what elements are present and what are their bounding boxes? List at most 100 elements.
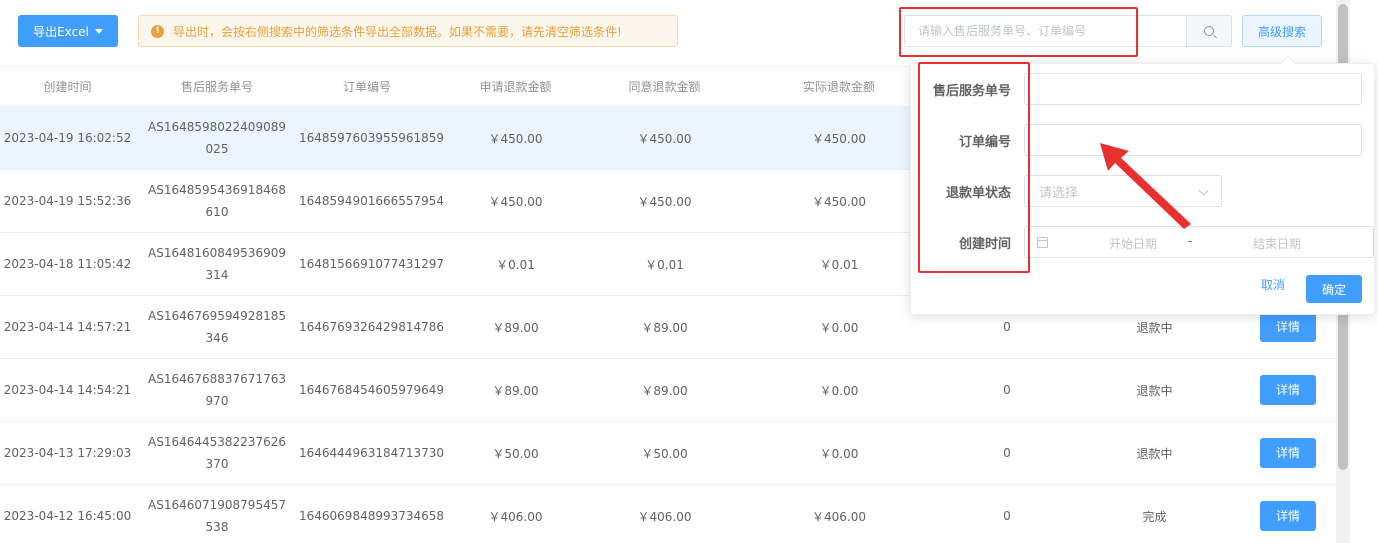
- cell-actions: 详情: [1240, 312, 1336, 342]
- created-time-label: 创建时间: [958, 237, 1011, 252]
- table-row[interactable]: 2023-04-13 17:29:03 AS1646445382237626 37…: [0, 422, 1336, 485]
- service-no-line1: AS1646769594928185: [148, 309, 286, 323]
- export-notice-text: 导出时，会按右侧搜索中的筛选条件导出全部数据。如果不需要，请先清空筛选条件!: [173, 24, 622, 39]
- start-date-input[interactable]: 开始日期: [1093, 235, 1173, 252]
- cell-service-no: AS1646445382237626 370: [135, 431, 299, 475]
- detail-button[interactable]: 详情: [1260, 375, 1316, 405]
- header-apply-amount: 申请退款金额: [479, 80, 552, 94]
- cell-service-no: AS1648598022409089 025: [135, 116, 299, 160]
- cell-count: 0: [1003, 320, 1011, 334]
- cell-apply-amount: ￥50.00: [492, 446, 539, 461]
- table-row[interactable]: 2023-04-12 16:45:00 AS1646071908795457 53…: [0, 485, 1336, 543]
- cell-agree-amount: ￥89.00: [641, 320, 688, 335]
- cell-service-no: AS1648595436918468 610: [135, 179, 299, 223]
- calendar-icon: [1037, 237, 1048, 248]
- cell-status: 退款中: [1136, 383, 1173, 398]
- cell-created-time: 2023-04-18 11:05:42: [3, 257, 132, 271]
- cell-actual-amount: ￥0.00: [819, 320, 859, 335]
- service-no-line2: 610: [205, 205, 229, 219]
- cell-actual-amount: ￥406.00: [812, 509, 866, 524]
- cell-agree-amount: ￥89.00: [641, 383, 688, 398]
- cell-status: 退款中: [1136, 320, 1173, 335]
- cell-order-no: 1648597603955961859: [299, 131, 445, 145]
- service-no-line1: AS1648160849536909: [148, 246, 286, 260]
- header-order-no: 订单编号: [342, 80, 391, 94]
- detail-button[interactable]: 详情: [1260, 312, 1316, 342]
- confirm-button[interactable]: 确定: [1306, 275, 1362, 303]
- order-no-field[interactable]: [1024, 124, 1362, 156]
- cell-agree-amount: ￥406.00: [637, 509, 692, 524]
- search-bar: [904, 15, 1232, 47]
- date-range-separator: -: [1187, 234, 1193, 248]
- export-excel-button[interactable]: 导出Excel: [18, 15, 118, 47]
- header-created-time: 创建时间: [43, 80, 92, 94]
- cell-service-no: AS1646071908795457 538: [135, 494, 299, 538]
- cell-created-time: 2023-04-14 14:57:21: [3, 320, 132, 334]
- advanced-search-popover: 售后服务单号 订单编号 退款单状态 请选择 创建时间 开始日期 - 结束日期 取…: [910, 55, 1375, 315]
- cell-actions: 详情: [1240, 438, 1336, 468]
- refund-status-select[interactable]: 请选择: [1024, 175, 1222, 207]
- advanced-search-button[interactable]: 高级搜索: [1242, 15, 1322, 47]
- cell-order-no: 1646769326429814786: [299, 320, 445, 334]
- cell-apply-amount: ￥89.00: [492, 320, 539, 335]
- search-button[interactable]: [1186, 15, 1232, 47]
- cell-actual-amount: ￥0.00: [819, 446, 859, 461]
- cell-order-no: 1646444963184713730: [299, 446, 445, 460]
- header-service-no: 售后服务单号: [180, 79, 253, 94]
- end-date-input[interactable]: 结束日期: [1237, 235, 1317, 252]
- cell-order-no: 1646768454605979649: [299, 383, 445, 397]
- refund-status-placeholder: 请选择: [1039, 185, 1079, 201]
- cell-created-time: 2023-04-19 15:52:36: [3, 194, 132, 208]
- cell-created-time: 2023-04-13 17:29:03: [3, 446, 132, 460]
- table-row[interactable]: 2023-04-14 14:54:21 AS1646768837671763 97…: [0, 359, 1336, 422]
- service-no-line2: 025: [205, 142, 229, 156]
- cell-count: 0: [1003, 383, 1011, 397]
- cell-service-no: AS1648160849536909 314: [135, 242, 299, 286]
- cell-apply-amount: ￥450.00: [488, 194, 543, 209]
- service-no-line2: 370: [205, 457, 229, 471]
- cell-order-no: 1648156691077431297: [299, 257, 445, 271]
- cell-order-no: 1648594901666557954: [299, 194, 445, 208]
- export-excel-label: 导出Excel: [33, 24, 89, 39]
- cell-actual-amount: ￥0.00: [819, 383, 859, 398]
- service-no-line2: 314: [205, 268, 229, 282]
- cell-apply-amount: ￥89.00: [492, 383, 539, 398]
- cell-actions: 详情: [1240, 501, 1336, 531]
- cell-agree-amount: ￥50.00: [641, 446, 688, 461]
- cell-status: 退款中: [1136, 446, 1173, 461]
- service-no-line2: 346: [205, 331, 229, 345]
- cell-agree-amount: ￥450.00: [637, 194, 692, 209]
- cell-created-time: 2023-04-14 14:54:21: [3, 383, 132, 397]
- detail-button[interactable]: 详情: [1260, 501, 1316, 531]
- cell-status: 完成: [1142, 509, 1167, 524]
- refund-status-label: 退款单状态: [945, 186, 1011, 201]
- search-icon: [1204, 26, 1214, 36]
- service-no-field[interactable]: [1024, 73, 1362, 105]
- cell-apply-amount: ￥0.01: [496, 257, 535, 272]
- service-no-line2: 970: [205, 394, 229, 408]
- cell-agree-amount: ￥0.01: [645, 257, 684, 272]
- export-notice: ! 导出时，会按右侧搜索中的筛选条件导出全部数据。如果不需要，请先清空筛选条件!: [138, 15, 678, 47]
- service-no-line1: AS1648598022409089: [148, 120, 286, 134]
- toolbar: 导出Excel ! 导出时，会按右侧搜索中的筛选条件导出全部数据。如果不需要，请…: [0, 0, 1378, 66]
- caret-down-icon: [94, 28, 103, 34]
- cell-apply-amount: ￥406.00: [488, 509, 543, 524]
- header-agree-amount: 同意退款金额: [628, 80, 701, 94]
- cell-agree-amount: ￥450.00: [637, 131, 692, 146]
- cell-service-no: AS1646769594928185 346: [135, 305, 299, 349]
- service-no-line1: AS1648595436918468: [148, 183, 286, 197]
- service-no-line2: 538: [205, 520, 229, 534]
- warning-icon: !: [151, 24, 164, 38]
- detail-button[interactable]: 详情: [1260, 438, 1316, 468]
- cell-created-time: 2023-04-19 16:02:52: [3, 131, 132, 145]
- cancel-button[interactable]: 取消: [1254, 276, 1292, 293]
- cell-actions: 详情: [1240, 375, 1336, 405]
- cell-count: 0: [1003, 446, 1011, 460]
- cell-count: 0: [1003, 509, 1011, 523]
- cell-created-time: 2023-04-12 16:45:00: [3, 509, 132, 523]
- search-input[interactable]: [904, 15, 1186, 47]
- created-date-range[interactable]: 开始日期 - 结束日期: [1024, 226, 1374, 258]
- chevron-down-icon: [1198, 185, 1209, 196]
- order-no-label: 订单编号: [958, 135, 1011, 150]
- service-no-line1: AS1646768837671763: [148, 372, 286, 386]
